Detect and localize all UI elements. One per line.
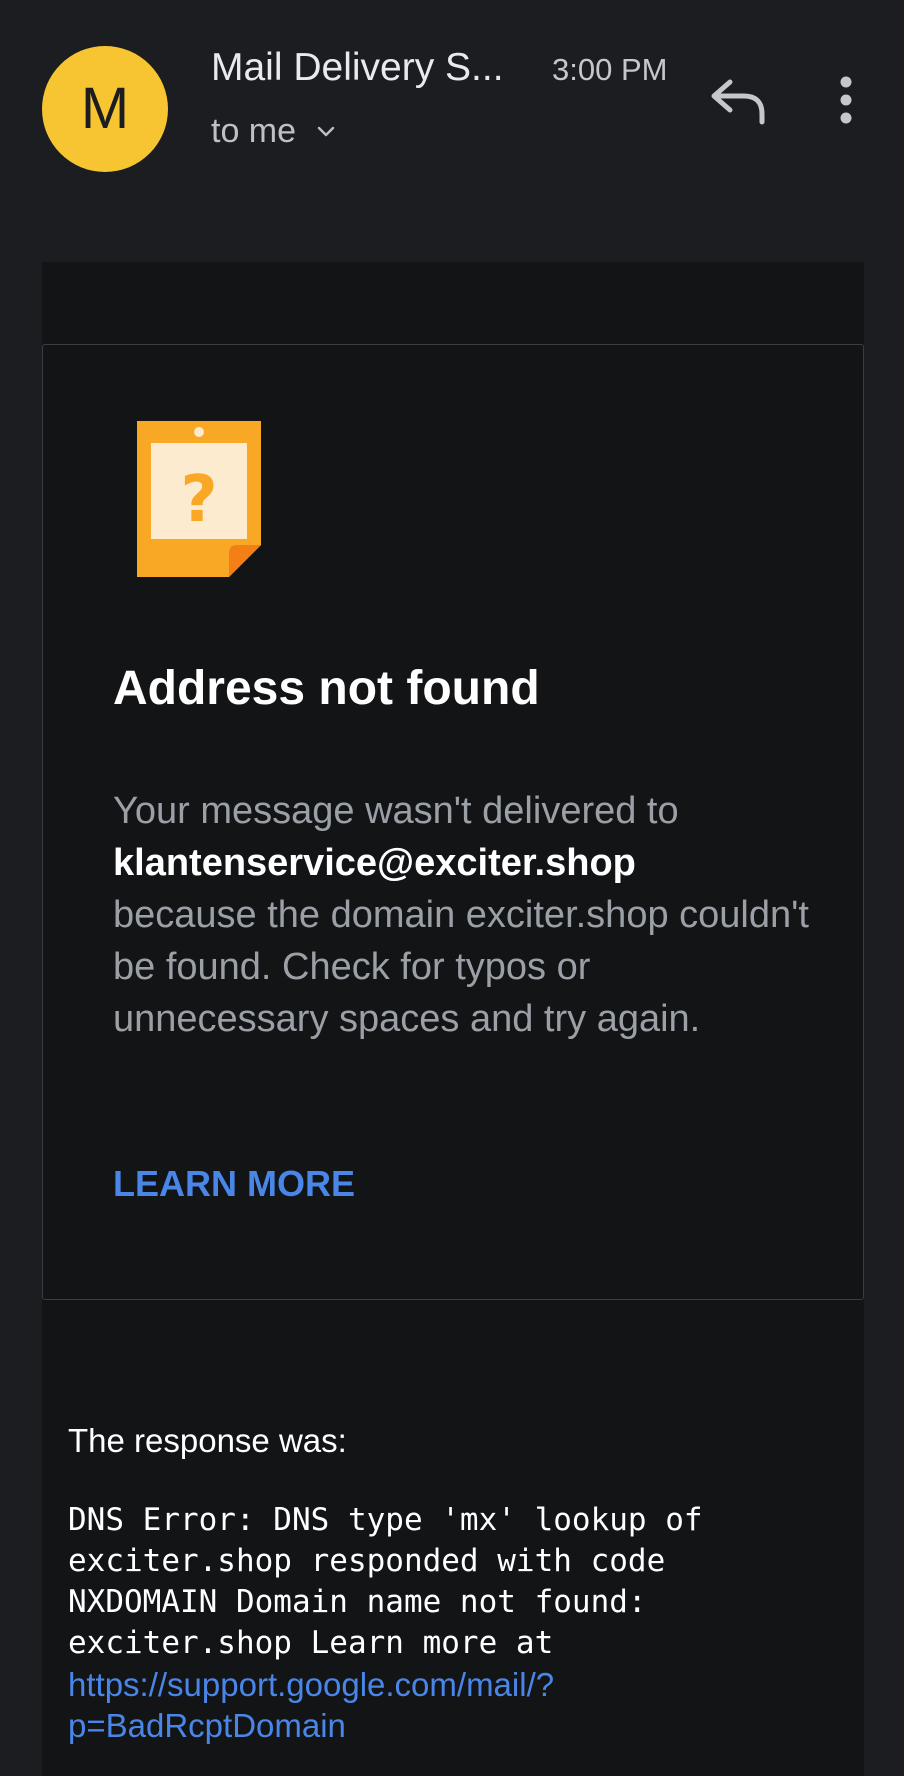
sender-avatar[interactable]: M <box>42 46 168 172</box>
message-header: M Mail Delivery S... 3:00 PM to me <box>0 0 904 200</box>
svg-text:?: ? <box>180 463 217 537</box>
chevron-down-icon <box>317 126 335 136</box>
bounce-notice-card: ? Address not found Your message wasn't … <box>42 344 864 1300</box>
sender-name[interactable]: Mail Delivery S... <box>211 46 504 90</box>
response-line: exciter.shop Learn more at <box>68 1625 554 1661</box>
response-line: exciter.shop responded with code <box>68 1543 666 1579</box>
reply-icon[interactable] <box>706 72 768 128</box>
support-link[interactable]: https://support.google.com/mail/? p=BadR… <box>68 1664 858 1746</box>
notice-message: Your message wasn't delivered to klanten… <box>113 785 813 1045</box>
message-body: ? Address not found Your message wasn't … <box>42 262 864 1776</box>
notice-title: Address not found <box>113 662 540 715</box>
response-error-text: DNS Error: DNS type 'mx' lookup of excit… <box>68 1500 858 1664</box>
response-line: NXDOMAIN Domain name not found: <box>68 1584 647 1620</box>
recipient-details-toggle[interactable]: to me <box>211 112 336 151</box>
support-link-line[interactable]: p=BadRcptDomain <box>68 1705 858 1746</box>
support-link-line[interactable]: https://support.google.com/mail/? <box>68 1664 858 1705</box>
recipient-address[interactable]: klantenservice@exciter.shop <box>113 842 636 884</box>
question-note-icon: ? <box>137 421 261 577</box>
notice-text-after: because the domain exciter.shop couldn't… <box>113 894 809 1040</box>
more-options-icon[interactable] <box>826 74 866 126</box>
response-label: The response was: <box>68 1422 347 1459</box>
notice-text-before: Your message wasn't delivered to <box>113 790 679 832</box>
message-time: 3:00 PM <box>552 52 668 87</box>
recipient-label: to me <box>211 112 297 150</box>
response-line: DNS Error: DNS type 'mx' lookup of <box>68 1502 703 1538</box>
learn-more-link[interactable]: LEARN MORE <box>113 1163 355 1205</box>
